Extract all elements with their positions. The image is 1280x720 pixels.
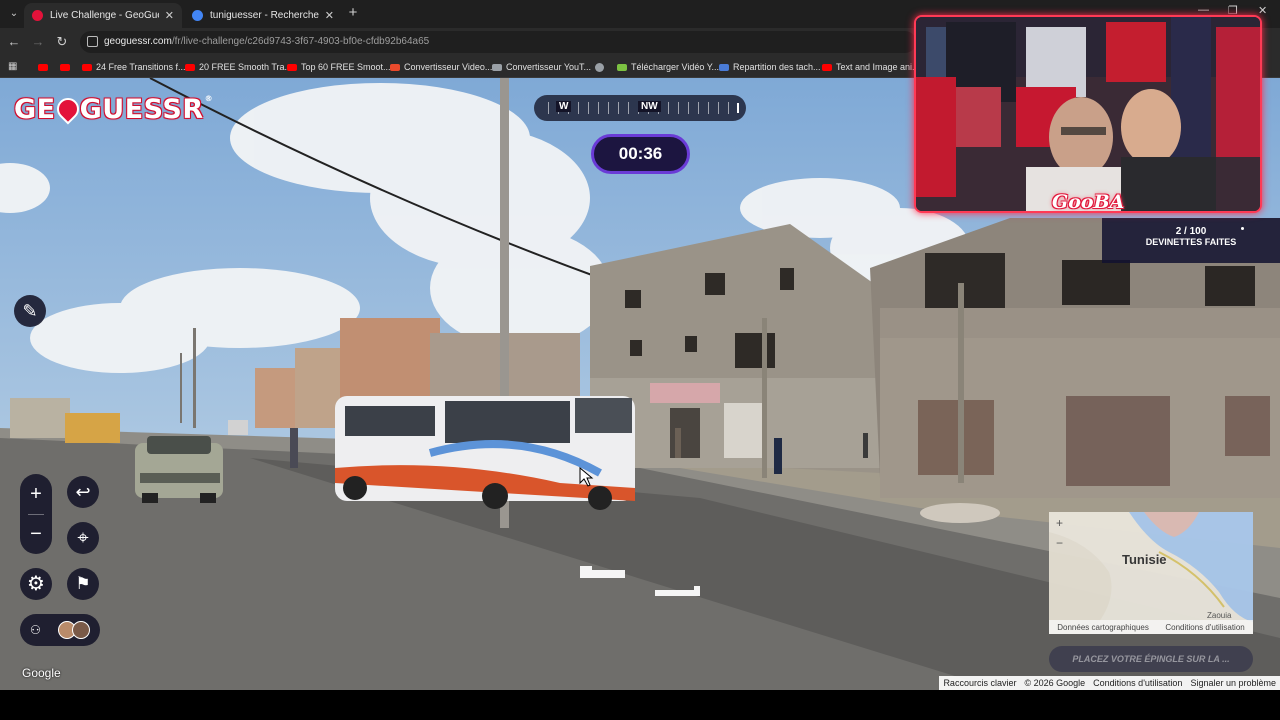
streamer-webcam-overlay: GooBA — [914, 15, 1262, 213]
players-button[interactable]: ⚇ — [20, 614, 100, 646]
bookmark-item[interactable]: 24 Free Transitions f... — [82, 60, 186, 74]
chat-icon[interactable]: ✎ — [14, 295, 46, 327]
apps-grid-icon[interactable]: ▦ — [8, 61, 19, 72]
round-timer: 00:36 — [591, 134, 690, 174]
guess-minimap[interactable]: + − Tunisie Zaouia Données cartographiqu… — [1049, 512, 1253, 634]
close-tab-icon[interactable]: ✕ — [325, 9, 334, 22]
compass-west-label: W — [556, 101, 572, 112]
settings-gear-icon[interactable]: ⚙ — [20, 568, 52, 600]
map-attribution: Raccourcis clavier © 2026 Google Conditi… — [939, 676, 1280, 690]
guess-count: 2 / 100 — [1175, 226, 1207, 237]
bookmark-item[interactable]: Convertisseur Video... — [390, 60, 492, 74]
bookmark-item[interactable]: Repartition des tach... — [719, 60, 821, 74]
video-letterbox-bar — [0, 690, 1280, 720]
player-avatar — [72, 621, 90, 639]
copyright-text: © 2026 Google — [1024, 678, 1086, 688]
players-icon: ⚇ — [30, 623, 41, 637]
map-data-link[interactable]: Données cartographiques — [1057, 623, 1149, 632]
bookmark-youtube-icon[interactable] — [38, 60, 52, 74]
map-terms-link[interactable]: Conditions d'utilisation — [1165, 623, 1244, 632]
minimap-footer: Données cartographiques Conditions d'uti… — [1049, 620, 1253, 634]
indicator-dot — [1241, 227, 1244, 230]
bookmark-item[interactable]: 20 FREE Smooth Tra... — [185, 60, 292, 74]
compass-heading-marker — [737, 103, 739, 113]
tab-live-challenge[interactable]: Live Challenge - GeoGuessr ✕ — [24, 3, 182, 28]
undo-move-button[interactable]: ↩ — [67, 476, 99, 508]
streamer-name-label: GooBA — [1052, 191, 1125, 213]
forward-arrow-icon[interactable]: → — [30, 34, 46, 50]
geoguessr-favicon-icon — [32, 10, 43, 21]
geoguessr-logo: GE GUESSR® — [14, 93, 214, 125]
new-tab-button[interactable]: + — [345, 5, 361, 21]
minimap-zoom-in[interactable]: + — [1056, 516, 1063, 530]
bookmark-globe-icon[interactable] — [595, 60, 608, 74]
reload-icon[interactable]: ↻ — [54, 34, 70, 50]
place-pin-guess-button[interactable]: PLACEZ VOTRE ÉPINGLE SUR LA ... — [1049, 646, 1253, 672]
map-country-label: Tunisie — [1122, 552, 1167, 567]
bookmark-item[interactable]: Télécharger Vidéo Y... — [617, 60, 719, 74]
bookmark-youtube-icon[interactable] — [60, 60, 74, 74]
compass-northwest-label: NW — [638, 101, 661, 112]
flag-icon[interactable]: ⚑ — [67, 568, 99, 600]
tab-search-menu-icon[interactable]: ⌄ — [6, 6, 22, 22]
tab-title: tuniguesser - Recherche Googl — [210, 10, 319, 21]
terms-link[interactable]: Conditions d'utilisation — [1089, 676, 1186, 690]
report-problem-link[interactable]: Signaler un problème — [1186, 676, 1280, 690]
bookmark-item[interactable]: Text and Image ani... — [822, 60, 920, 74]
guess-counter-panel: 2 / 100 DEVINETTES FAITES — [1102, 218, 1280, 263]
zoom-in-button[interactable]: + — [20, 474, 52, 514]
map-town-label: Zaouia — [1207, 611, 1232, 620]
url-text: geoguessr.com/fr/live-challenge/c26d9743… — [104, 36, 430, 47]
google-favicon-icon — [192, 10, 203, 21]
map-pin-icon — [52, 93, 84, 125]
tab-google-search[interactable]: tuniguesser - Recherche Googl ✕ — [184, 3, 342, 28]
keyboard-shortcuts-link[interactable]: Raccourcis clavier — [939, 676, 1020, 690]
google-watermark: Google — [22, 666, 61, 680]
tab-title: Live Challenge - GeoGuessr — [50, 10, 159, 21]
zoom-controls: + − — [20, 474, 52, 554]
close-tab-icon[interactable]: ✕ — [165, 9, 174, 22]
return-to-start-pin-icon[interactable]: ⌖ — [67, 522, 99, 554]
minimap-zoom-out[interactable]: − — [1056, 536, 1063, 550]
guess-count-label: DEVINETTES FAITES — [1145, 237, 1237, 247]
bookmark-item[interactable]: Convertisseur YouT... — [492, 60, 591, 74]
address-bar[interactable]: geoguessr.com/fr/live-challenge/c26d9743… — [80, 31, 916, 53]
back-arrow-icon[interactable]: ← — [6, 34, 22, 50]
bookmark-item[interactable]: Top 60 FREE Smoot... — [287, 60, 391, 74]
webcam-feed-illustration — [916, 17, 1260, 211]
compass-bar: W NW — [534, 95, 746, 121]
site-info-icon[interactable] — [87, 36, 98, 47]
close-window-icon[interactable]: ✕ — [1258, 4, 1267, 17]
zoom-out-button[interactable]: − — [20, 514, 52, 554]
